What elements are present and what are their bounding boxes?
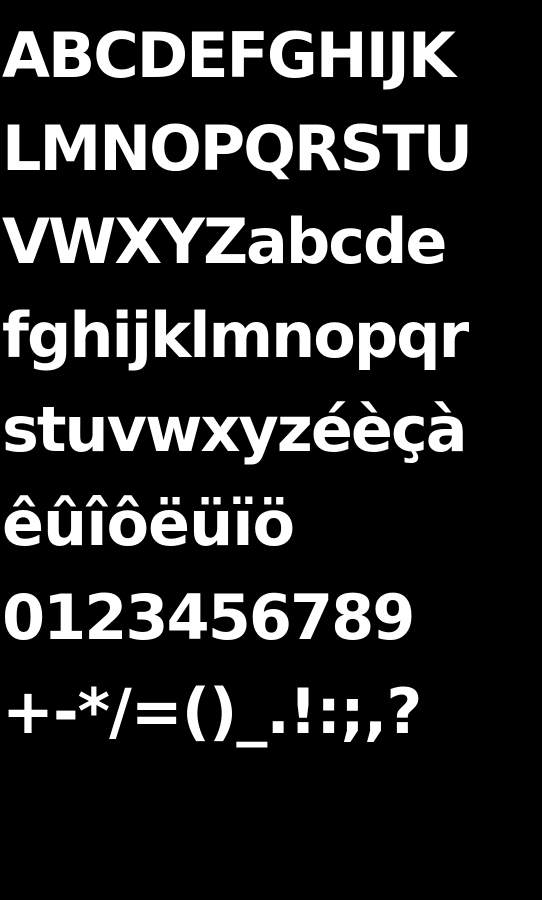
specimen-line-uppercase-l-u: LMNOPQRSTU	[2, 112, 473, 185]
font-specimen-canvas: ABCDEFGHIJK LMNOPQRSTU VWXYZabcde fghijk…	[0, 0, 542, 900]
specimen-line-uppercase-a-k: ABCDEFGHIJK	[2, 19, 456, 92]
specimen-line-lowercase-f-r: fghijklmnopqr	[2, 299, 469, 372]
specimen-line-uppercase-v-z-lowercase-a-e: VWXYZabcde	[2, 205, 447, 278]
specimen-line-digits: 0123456789	[2, 581, 415, 654]
specimen-line-accented-vowels: êûîôëüïö	[2, 487, 295, 560]
specimen-line-punctuation: +-*/=()_.!:;,?	[2, 675, 422, 748]
specimen-line-lowercase-s-z-accents: stuvwxyzéèçà	[2, 393, 468, 466]
